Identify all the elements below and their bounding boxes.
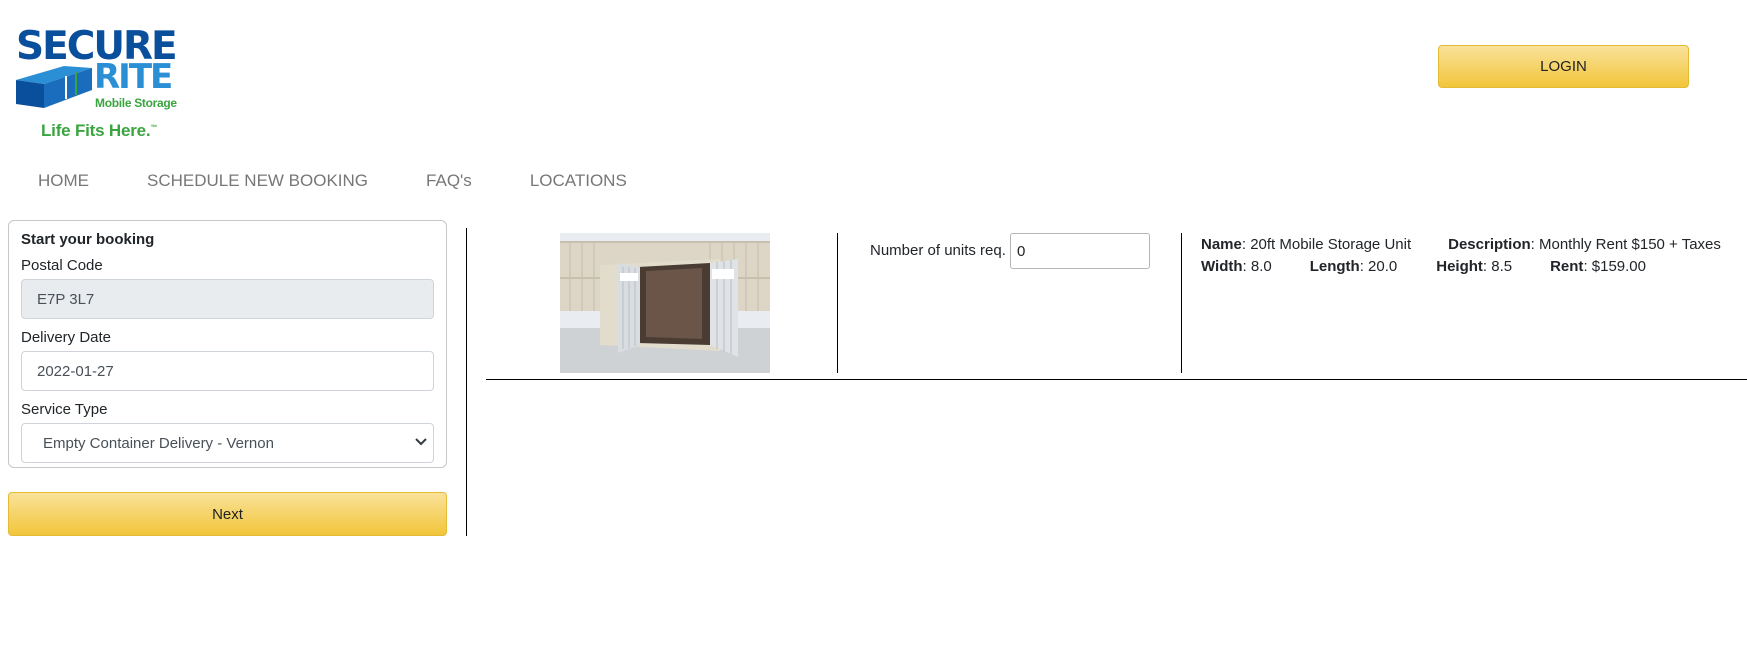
length-key: Length [1309,258,1360,275]
booking-card-title: Start your booking [21,231,155,248]
logo-subtitle: Mobile Storage [95,96,177,110]
product-details: Name: 20ft Mobile Storage Unit Descriptio… [1201,234,1721,278]
nav-home[interactable]: HOME [38,171,89,191]
units-column-divider [1181,233,1182,373]
width-key: Width [1201,258,1243,275]
nav-locations[interactable]: LOCATIONS [530,171,627,191]
nav-schedule-new-booking[interactable]: SCHEDULE NEW BOOKING [147,171,368,191]
units-required-label: Number of units req. [870,242,1006,259]
login-button[interactable]: LOGIN [1438,45,1689,88]
service-type-select[interactable]: Empty Container Delivery - Vernon [21,423,434,463]
left-panel-divider [466,228,467,536]
next-button[interactable]: Next [8,492,447,536]
rent-value: : $159.00 [1583,258,1646,275]
product-row-divider [486,379,1747,380]
nav-faqs[interactable]: FAQ's [426,171,472,191]
length-value: : 20.0 [1359,258,1398,275]
storage-container-image [560,233,770,373]
secure-rite-logo[interactable]: SECURE RITE Mobile Storage Life Fits Her… [14,27,184,140]
postal-code-input[interactable] [21,279,434,319]
height-value: : 8.5 [1482,258,1513,275]
service-type-select-wrapper: Empty Container Delivery - Vernon [21,423,434,463]
logo-word-rite: RITE [94,57,173,97]
container-logo-icon [16,66,92,108]
height-key: Height [1436,258,1483,275]
details-row-2: Width: 8.0 Length: 20.0 Height: 8.5 Rent: $… [1201,256,1721,278]
postal-code-label: Postal Code [21,257,103,274]
delivery-date-label: Delivery Date [21,329,112,346]
details-row-1: Name: 20ft Mobile Storage Unit Descriptio… [1201,234,1721,256]
booking-form-card: Start your booking Postal Code Delivery … [8,220,447,468]
units-required-input[interactable] [1010,233,1150,269]
logo-tagline: Life Fits Here.™ [41,121,158,140]
delivery-date-input[interactable] [21,351,434,391]
name-key: Name [1201,236,1242,253]
rent-key: Rent [1550,258,1584,275]
description-value: : Monthly Rent $150 + Taxes [1530,236,1721,253]
width-value: : 8.0 [1242,258,1272,275]
image-column-divider [837,233,838,373]
name-value: : 20ft Mobile Storage Unit [1241,236,1412,253]
main-nav: HOME SCHEDULE NEW BOOKING FAQ's LOCATION… [38,171,685,191]
service-type-label: Service Type [21,401,108,418]
description-key: Description [1448,236,1531,253]
